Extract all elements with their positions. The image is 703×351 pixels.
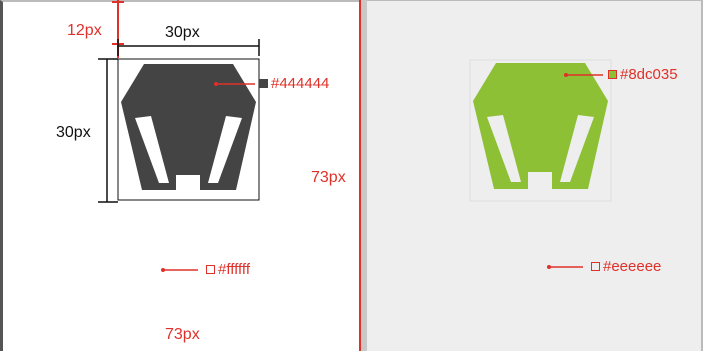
color-swatch — [206, 265, 215, 274]
spacing-right-label: 73px — [311, 169, 346, 186]
spacing-top-label: 12px — [67, 22, 102, 39]
lamp-icon — [473, 63, 608, 192]
icon-color-label: #8dc035 — [620, 66, 678, 83]
width-label: 30px — [165, 24, 200, 41]
color-swatch — [608, 70, 617, 79]
background-color-annotation: #ffffff — [206, 261, 250, 278]
pointer-dot — [214, 82, 218, 86]
height-label: 30px — [56, 124, 91, 141]
color-swatch — [591, 262, 600, 271]
background-color-annotation: #eeeeee — [591, 258, 661, 275]
pointer-dot — [547, 265, 551, 269]
spacing-bottom-label: 73px — [165, 326, 200, 343]
color-swatch — [259, 79, 268, 88]
pointer-dot — [564, 73, 568, 77]
icon-color-annotation: #444444 — [259, 75, 329, 92]
annotation-layer — [98, 0, 612, 272]
icon-color-label: #444444 — [271, 75, 330, 92]
background-color-label: #ffffff — [218, 261, 250, 278]
pointer-dot — [161, 268, 165, 272]
background-color-label: #eeeeee — [603, 258, 662, 275]
icon-color-annotation: #8dc035 — [608, 66, 678, 83]
